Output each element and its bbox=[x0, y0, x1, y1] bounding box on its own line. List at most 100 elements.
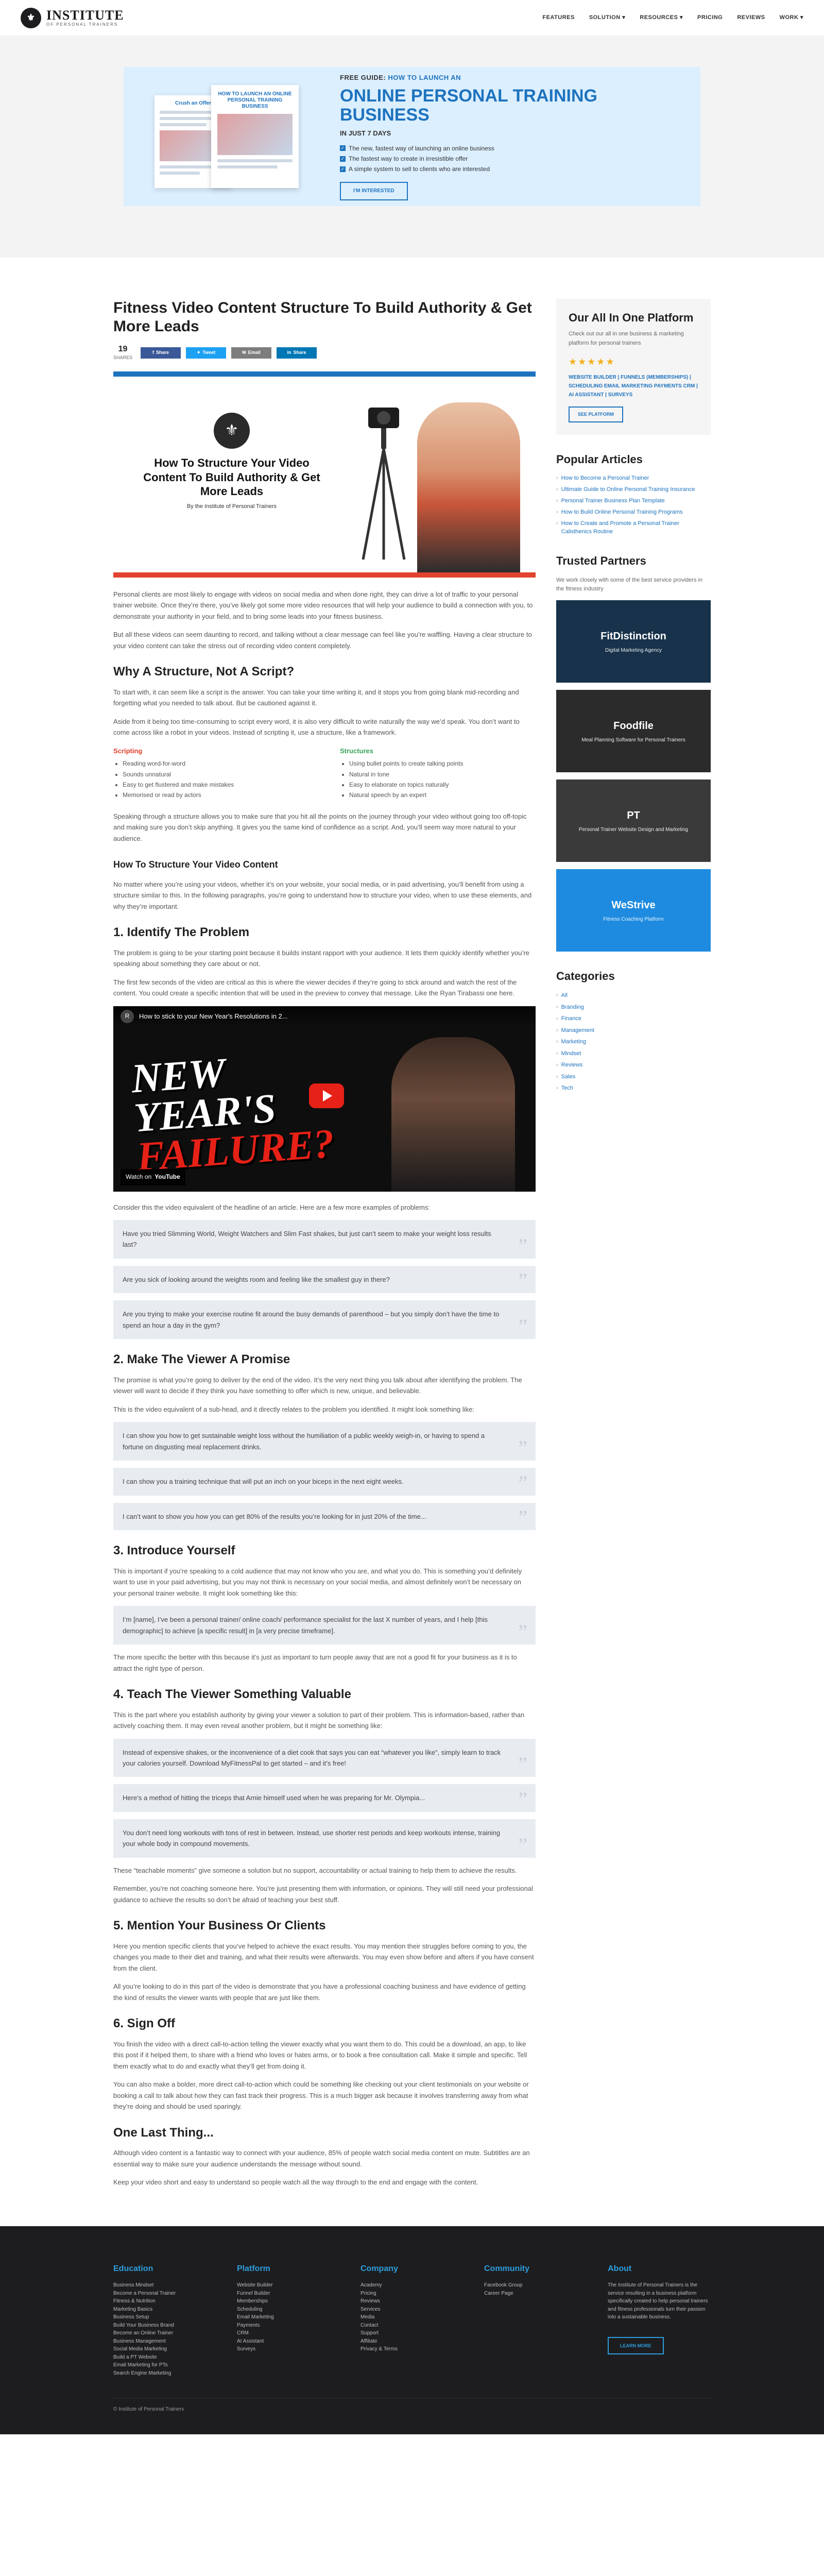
partner-banner[interactable]: WeStrive Fitness Coaching Platform bbox=[556, 869, 711, 952]
facebook-share-button[interactable]: f Share bbox=[141, 347, 181, 359]
youtube-embed[interactable]: R How to stick to your New Year's Resolu… bbox=[113, 1006, 536, 1192]
category-link[interactable]: › Branding bbox=[556, 1003, 711, 1012]
category-link[interactable]: › Reviews bbox=[556, 1061, 711, 1070]
footer-link[interactable]: Services bbox=[360, 2306, 464, 2314]
footer-link[interactable]: Facebook Group bbox=[484, 2281, 587, 2290]
paragraph: These “teachable moments” give someone a… bbox=[113, 1866, 517, 1874]
learn-more-button[interactable]: LEARN MORE bbox=[608, 2336, 664, 2355]
category-link[interactable]: › Mindset bbox=[556, 1049, 711, 1058]
interested-button[interactable]: I'M INTERESTED bbox=[340, 181, 408, 200]
nav-reviews[interactable]: REVIEWS bbox=[737, 13, 765, 23]
category-link[interactable]: › All bbox=[556, 991, 711, 1000]
partner-banner[interactable]: FitDistinction Digital Marketing Agency bbox=[556, 600, 711, 683]
nav-work[interactable]: WORK ▾ bbox=[780, 13, 803, 23]
site-logo[interactable]: ⚜ INSTITUTE OF PERSONAL TRAINERS bbox=[21, 7, 124, 28]
footer-link[interactable]: Career Page bbox=[484, 2290, 587, 2298]
watch-on-youtube-button[interactable]: Watch on YouTube bbox=[121, 1168, 185, 1185]
footer-link[interactable]: Memberships bbox=[237, 2297, 340, 2306]
footer-link[interactable]: AI Assistant bbox=[237, 2337, 340, 2346]
footer-column-company: Company Academy Pricing Reviews Services Med… bbox=[360, 2262, 464, 2378]
list-item: ✓ The new, fastest way of launching an on… bbox=[340, 144, 494, 152]
footer-link[interactable]: Search Engine Marketing bbox=[113, 2369, 216, 2378]
footer-link[interactable]: Become a Personal Trainer bbox=[113, 2290, 216, 2298]
share-bar: 19 SHARES f Share ✦ Tweet ✉ Email in Share bbox=[113, 345, 536, 360]
footer-link[interactable]: Business Management bbox=[113, 2337, 216, 2346]
nav-resources[interactable]: RESOURCES ▾ bbox=[640, 13, 683, 23]
trainer-photo bbox=[417, 402, 520, 572]
section-heading: 6. Sign Off bbox=[113, 2016, 175, 2031]
category-link[interactable]: › Marketing bbox=[556, 1038, 711, 1046]
see-platform-button[interactable]: SEE PLATFORM bbox=[569, 406, 623, 422]
footer-link[interactable]: Funnel Builder bbox=[237, 2290, 340, 2298]
partner-banner[interactable]: Foodfile Meal Planning Software for Pers… bbox=[556, 689, 711, 772]
quote-icon: ” bbox=[518, 1471, 527, 1495]
footer-link[interactable]: Website Builder bbox=[237, 2281, 340, 2290]
footer-link[interactable]: Contact bbox=[360, 2321, 464, 2330]
footer-link[interactable]: Academy bbox=[360, 2281, 464, 2290]
example-quote: Here’s a method of hitting the triceps t… bbox=[113, 1784, 536, 1812]
footer-link[interactable]: Build a PT Website bbox=[113, 2353, 216, 2362]
paragraph: The promise is what you’re going to deli… bbox=[113, 1376, 522, 1395]
quote-icon: ” bbox=[518, 1269, 527, 1293]
category-link[interactable]: › Sales bbox=[556, 1073, 711, 1081]
linkedin-share-button[interactable]: in Share bbox=[277, 347, 317, 359]
footer-link[interactable]: Email Marketing for PTs bbox=[113, 2361, 216, 2369]
about-text: The Institute of Personal Trainers is th… bbox=[608, 2282, 708, 2320]
paragraph: Speaking through a structure allows you … bbox=[113, 812, 527, 842]
play-button-icon[interactable] bbox=[309, 1083, 344, 1108]
section-heading: One Last Thing... bbox=[113, 2125, 214, 2140]
email-share-button[interactable]: ✉ Email bbox=[231, 347, 272, 359]
list-item[interactable]: › Personal Trainer Business Plan Template bbox=[556, 497, 711, 505]
footer-link[interactable]: Support bbox=[360, 2329, 464, 2337]
list-item[interactable]: › How to Build Online Personal Training P… bbox=[556, 509, 711, 517]
brand-title: INSTITUTE bbox=[46, 7, 124, 23]
footer-link[interactable]: Business Mindset bbox=[113, 2281, 216, 2290]
footer-link[interactable]: Build Your Business Brand bbox=[113, 2321, 216, 2330]
checkbox-icon: ✓ bbox=[340, 156, 346, 162]
footer-link[interactable]: Become an Online Trainer bbox=[113, 2329, 216, 2337]
youtube-logo-icon: YouTube bbox=[154, 1173, 180, 1180]
paragraph: Remember, you’re not coaching someone he… bbox=[113, 1885, 533, 1904]
quote-icon: ” bbox=[518, 1315, 527, 1338]
list-item[interactable]: › How to Create and Promote a Personal Tr… bbox=[556, 520, 711, 536]
partner-logo: WeStrive bbox=[611, 899, 656, 911]
partner-banner[interactable]: PT Personal Trainer Website Design and M… bbox=[556, 779, 711, 862]
footer-link[interactable]: Fitness & Nutrition bbox=[113, 2297, 216, 2306]
paragraph: Personal clients are most likely to enga… bbox=[113, 590, 533, 620]
paragraph: You can also make a bolder, more direct … bbox=[113, 2080, 529, 2111]
list-item[interactable]: › Ultimate Guide to Online Personal Train… bbox=[556, 486, 711, 494]
partners-text: We work closely with some of the best se… bbox=[556, 577, 703, 592]
list-item[interactable]: › How to Become a Personal Trainer bbox=[556, 474, 711, 483]
footer-link[interactable]: Reviews bbox=[360, 2297, 464, 2306]
section-heading: 5. Mention Your Business Or Clients bbox=[113, 1919, 326, 1933]
footer-link[interactable]: CRM bbox=[237, 2329, 340, 2337]
footer-link[interactable]: Scheduling bbox=[237, 2306, 340, 2314]
nav-features[interactable]: FEATURES bbox=[542, 13, 574, 23]
footer-link[interactable]: Surveys bbox=[237, 2345, 340, 2353]
footer-link[interactable]: Email Marketing bbox=[237, 2313, 340, 2321]
footer-link[interactable]: Payments bbox=[237, 2321, 340, 2330]
footer-link[interactable]: Privacy & Terms bbox=[360, 2345, 464, 2353]
channel-avatar[interactable]: R bbox=[121, 1009, 134, 1023]
footer-heading: Education bbox=[113, 2264, 153, 2273]
video-title[interactable]: How to stick to your New Year's Resoluti… bbox=[139, 1011, 288, 1022]
guide-cover: HOW TO LAUNCH AN ONLINE PERSONAL TRAININ… bbox=[211, 85, 299, 188]
category-link[interactable]: › Finance bbox=[556, 1014, 711, 1023]
category-link[interactable]: › Tech bbox=[556, 1084, 711, 1093]
footer-link[interactable]: Social Media Marketing bbox=[113, 2345, 216, 2353]
footer-link[interactable]: Media bbox=[360, 2313, 464, 2321]
footer-link[interactable]: Marketing Basics bbox=[113, 2306, 216, 2314]
twitter-share-button[interactable]: ✦ Tweet bbox=[186, 347, 227, 359]
footer-link[interactable]: Business Setup bbox=[113, 2313, 216, 2321]
paragraph: Consider this the video equivalent of th… bbox=[113, 1203, 430, 1211]
nav-pricing[interactable]: PRICING bbox=[697, 13, 723, 23]
partner-logo: FitDistinction bbox=[600, 630, 666, 642]
quote-icon: ” bbox=[518, 1787, 527, 1811]
footer-link[interactable]: Affiliate bbox=[360, 2337, 464, 2346]
nav-solution[interactable]: SOLUTION ▾ bbox=[589, 13, 625, 23]
footer-link[interactable]: Pricing bbox=[360, 2290, 464, 2298]
footer-heading: Company bbox=[360, 2264, 398, 2273]
category-link[interactable]: › Management bbox=[556, 1026, 711, 1035]
footer-column-platform: Platform Website Builder Funnel Builder Me… bbox=[237, 2262, 340, 2378]
bullet-icon: › bbox=[556, 1073, 558, 1080]
